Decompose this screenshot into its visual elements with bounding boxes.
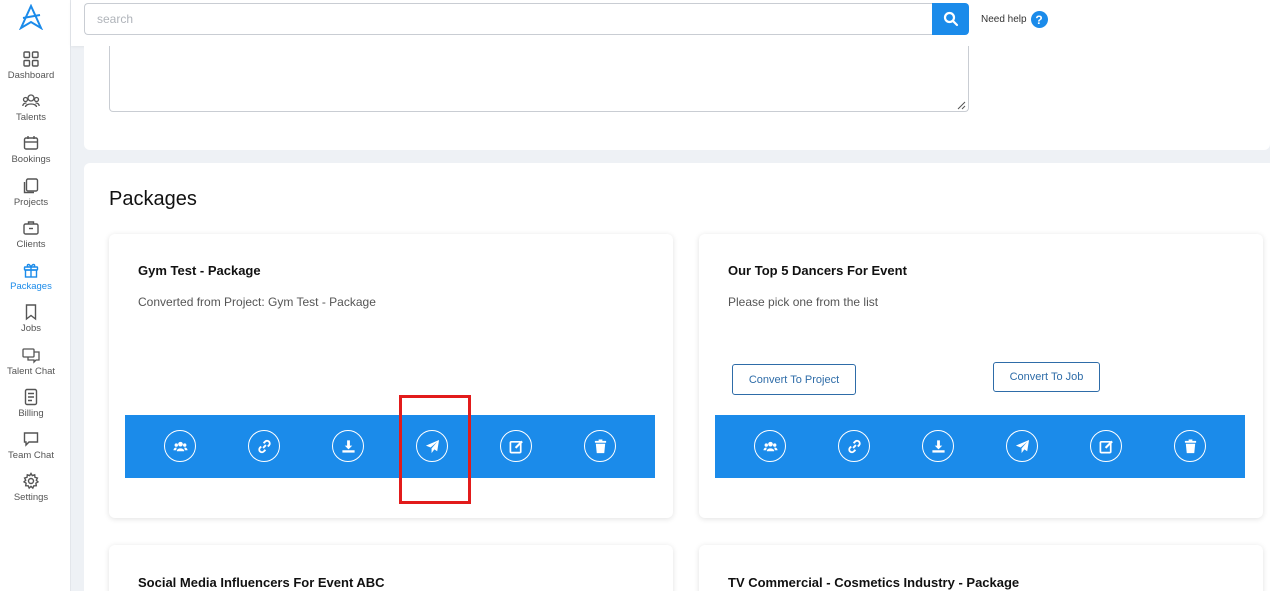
details-card: [84, 46, 1270, 150]
download-icon: [931, 439, 945, 453]
edit-icon: [509, 440, 523, 453]
notes-textarea[interactable]: [109, 46, 969, 112]
people-icon: [22, 94, 40, 108]
send-button[interactable]: [416, 430, 448, 462]
view-talents-button[interactable]: [754, 430, 786, 462]
package-card: Gym Test - Package Converted from Projec…: [109, 234, 673, 518]
gear-icon: [22, 472, 40, 490]
package-description: Please pick one from the list: [728, 295, 879, 309]
sidebar-item-label: Packages: [10, 281, 52, 292]
edit-button[interactable]: [1090, 430, 1122, 462]
sidebar-item-label: Team Chat: [8, 450, 54, 461]
edit-button[interactable]: [500, 430, 532, 462]
users-icon: [762, 441, 778, 451]
top-bar: Need help ?: [71, 0, 1270, 46]
sidebar-item-team-chat[interactable]: Team Chat: [0, 430, 62, 461]
package-action-bar: [125, 415, 655, 478]
sidebar-item-label: Settings: [13, 492, 49, 503]
search-input[interactable]: [84, 3, 932, 35]
grid-icon: [23, 51, 39, 67]
search-icon: [943, 11, 958, 27]
receipt-icon: [24, 388, 38, 406]
sidebar-item-projects[interactable]: Projects: [0, 177, 62, 208]
sidebar-item-label: Dashboard: [7, 70, 55, 81]
sidebar-item-dashboard[interactable]: Dashboard: [0, 50, 62, 81]
bookmark-icon: [25, 304, 37, 321]
sidebar-item-label: Jobs: [20, 323, 42, 334]
sidebar-item-talent-chat[interactable]: Talent Chat: [0, 346, 62, 377]
sidebar-item-label: Billing: [18, 408, 44, 419]
link-icon: [257, 439, 271, 453]
sidebar-item-label: Bookings: [11, 154, 51, 165]
send-icon: [1015, 439, 1029, 453]
need-help-link[interactable]: Need help ?: [981, 11, 1048, 28]
delete-button[interactable]: [584, 430, 616, 462]
delete-button[interactable]: [1174, 430, 1206, 462]
need-help-label: Need help: [981, 14, 1027, 25]
package-title: Social Media Influencers For Event ABC: [138, 575, 385, 590]
copy-icon: [23, 178, 39, 194]
sidebar-item-settings[interactable]: Settings: [0, 472, 62, 503]
package-title: TV Commercial - Cosmetics Industry - Pac…: [728, 575, 1020, 590]
trash-icon: [594, 438, 606, 453]
package-card: Social Media Influencers For Event ABC: [109, 545, 673, 591]
convert-to-job-button[interactable]: Convert To Job: [993, 362, 1100, 392]
view-talents-button[interactable]: [164, 430, 196, 462]
package-action-bar: [715, 415, 1245, 478]
trash-icon: [1184, 438, 1196, 453]
sidebar-item-label: Clients: [16, 239, 46, 250]
sidebar-item-label: Talents: [15, 112, 47, 123]
calendar-icon: [23, 136, 39, 150]
sidebar: Dashboard Talents Bookings Projects Clie…: [0, 0, 71, 591]
package-description: Converted from Project: Gym Test - Packa…: [138, 295, 376, 309]
send-icon: [425, 439, 439, 453]
convert-to-project-button[interactable]: Convert To Project: [732, 364, 856, 395]
package-card: Our Top 5 Dancers For Event Please pick …: [699, 234, 1263, 518]
download-icon: [341, 439, 355, 453]
briefcase-icon: [23, 221, 39, 235]
gift-icon: [23, 263, 39, 278]
sidebar-item-talents[interactable]: Talents: [0, 92, 62, 123]
edit-icon: [1099, 440, 1113, 453]
download-button[interactable]: [922, 430, 954, 462]
link-icon: [847, 439, 861, 453]
sidebar-item-bookings[interactable]: Bookings: [0, 134, 62, 165]
package-title: Gym Test - Package: [138, 263, 261, 278]
send-button[interactable]: [1006, 430, 1038, 462]
package-title: Our Top 5 Dancers For Event: [728, 263, 907, 278]
resize-handle-icon[interactable]: [956, 100, 966, 110]
search-button[interactable]: [932, 3, 969, 35]
sidebar-item-label: Talent Chat: [6, 366, 56, 377]
app-logo[interactable]: [18, 4, 44, 30]
copy-link-button[interactable]: [248, 430, 280, 462]
section-title: Packages: [109, 188, 197, 210]
help-icon: ?: [1030, 11, 1048, 28]
copy-link-button[interactable]: [838, 430, 870, 462]
chat-bubbles-icon: [22, 348, 40, 364]
sidebar-item-clients[interactable]: Clients: [0, 219, 62, 250]
users-icon: [172, 441, 188, 451]
sidebar-item-label: Projects: [13, 197, 49, 208]
packages-section: Packages Gym Test - Package Converted fr…: [84, 163, 1270, 591]
sidebar-item-billing[interactable]: Billing: [0, 388, 62, 419]
chat-icon: [23, 432, 39, 447]
package-card: TV Commercial - Cosmetics Industry - Pac…: [699, 545, 1263, 591]
sidebar-item-jobs[interactable]: Jobs: [0, 303, 62, 334]
sidebar-item-packages[interactable]: Packages: [0, 261, 62, 292]
download-button[interactable]: [332, 430, 364, 462]
